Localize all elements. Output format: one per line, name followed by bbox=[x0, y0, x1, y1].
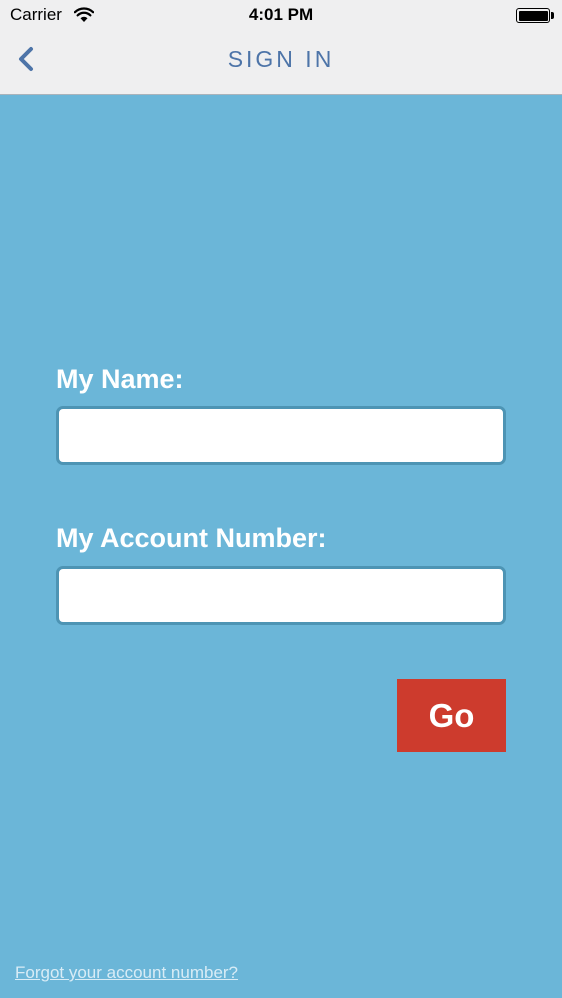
account-number-label: My Account Number: bbox=[56, 523, 327, 553]
status-bar: Carrier 4:01 PM bbox=[0, 0, 562, 30]
name-input[interactable] bbox=[56, 406, 506, 465]
name-label: My Name: bbox=[56, 364, 184, 394]
page-title: SIGN IN bbox=[227, 46, 335, 72]
go-button[interactable]: Go bbox=[397, 679, 506, 752]
forgot-account-number-link[interactable]: Forgot your account number? bbox=[15, 963, 238, 983]
clock: 4:01 PM bbox=[248, 5, 314, 24]
account-number-input[interactable] bbox=[56, 566, 506, 625]
battery-tip bbox=[551, 12, 554, 19]
battery-icon bbox=[516, 8, 550, 23]
nav-bar: SIGN IN bbox=[0, 30, 562, 95]
sign-in-screen: Carrier 4:01 PM SIGN IN My Name: My Acco… bbox=[0, 0, 562, 998]
